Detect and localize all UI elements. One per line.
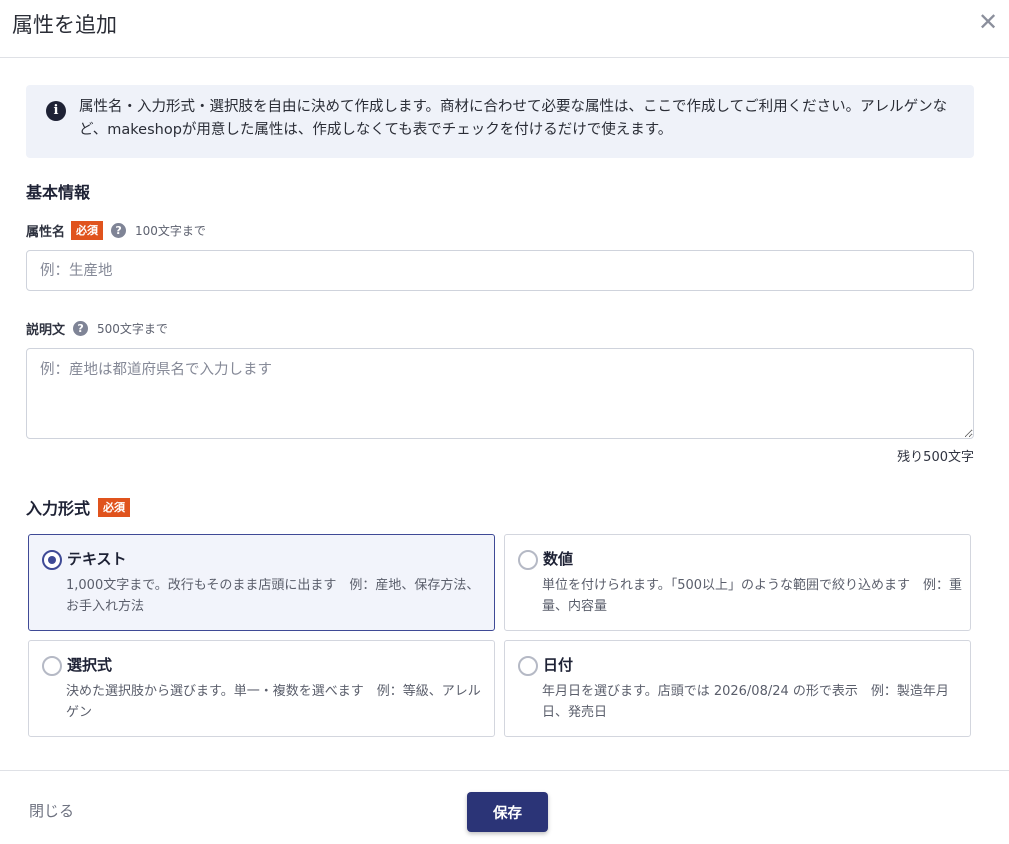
attribute-name-input[interactable]: [26, 250, 974, 291]
info-text: 属性名・入力形式・選択肢を自由に決めて作成します。商材に合わせて必要な属性は、こ…: [79, 99, 948, 138]
input-type-heading: 入力形式: [26, 499, 91, 518]
basic-info-heading: 基本情報: [26, 183, 91, 202]
description-label: 説明文: [26, 323, 66, 338]
description-textarea[interactable]: [26, 348, 974, 439]
option-description: 単位を付けられます。「500以上」のような範囲で絞り込めます 例：重量、内容量: [542, 578, 963, 614]
attribute-name-label: 属性名: [26, 225, 66, 240]
option-title: 日付: [543, 656, 574, 674]
option-title: 選択式: [67, 656, 113, 674]
modal-header: 属性を追加 ✕: [0, 0, 1009, 58]
info-icon: i: [46, 101, 66, 121]
close-icon[interactable]: ✕: [975, 9, 1001, 35]
modal-title: 属性を追加: [12, 13, 117, 37]
save-button[interactable]: 保存: [467, 792, 548, 832]
required-badge: 必須: [98, 497, 131, 517]
option-title: 数値: [543, 550, 574, 568]
attribute-name-limit: 100文字まで: [135, 224, 206, 238]
modal-footer: 閉じる 保存: [0, 770, 1009, 844]
description-label-row: 説明文 ? 500文字まで: [26, 319, 168, 338]
required-badge: 必須: [71, 221, 104, 240]
option-description: 1,000文字まで。改行もそのまま店頭に出ます 例：産地、保存方法、お手入れ方法: [66, 578, 480, 614]
remaining-chars: 残り500文字: [897, 450, 974, 465]
modal-body[interactable]: i 属性名・入力形式・選択肢を自由に決めて作成します。商材に合わせて必要な属性は…: [0, 59, 1009, 770]
close-button[interactable]: 閉じる: [29, 800, 74, 821]
input-type-option-select[interactable]: 選択式 決めた選択肢から選びます。単一・複数を選べます 例：等級、アレルゲン: [28, 640, 495, 737]
input-type-option-date[interactable]: 日付 年月日を選びます。店頭では 2026/08/24 の形で表示 例：製造年月…: [504, 640, 971, 737]
radio-unchecked[interactable]: [518, 656, 538, 676]
radio-unchecked[interactable]: [518, 550, 538, 570]
option-description: 年月日を選びます。店頭では 2026/08/24 の形で表示 例：製造年月日、発…: [542, 684, 949, 720]
radio-unchecked[interactable]: [42, 656, 62, 676]
option-title: テキスト: [67, 550, 127, 568]
help-icon[interactable]: ?: [73, 321, 89, 336]
input-type-heading-row: 入力形式 必須: [26, 495, 131, 519]
help-icon[interactable]: ?: [111, 223, 127, 238]
option-description: 決めた選択肢から選びます。単一・複数を選べます 例：等級、アレルゲン: [66, 684, 481, 720]
radio-checked[interactable]: [42, 550, 62, 570]
input-type-option-text[interactable]: テキスト 1,000文字まで。改行もそのまま店頭に出ます 例：産地、保存方法、お…: [28, 534, 495, 631]
info-notice: i 属性名・入力形式・選択肢を自由に決めて作成します。商材に合わせて必要な属性は…: [26, 85, 974, 158]
description-limit: 500文字まで: [97, 322, 168, 336]
input-type-option-number[interactable]: 数値 単位を付けられます。「500以上」のような範囲で絞り込めます 例：重量、内…: [504, 534, 971, 631]
attribute-name-label-row: 属性名 必須 ? 100文字まで: [26, 221, 206, 240]
